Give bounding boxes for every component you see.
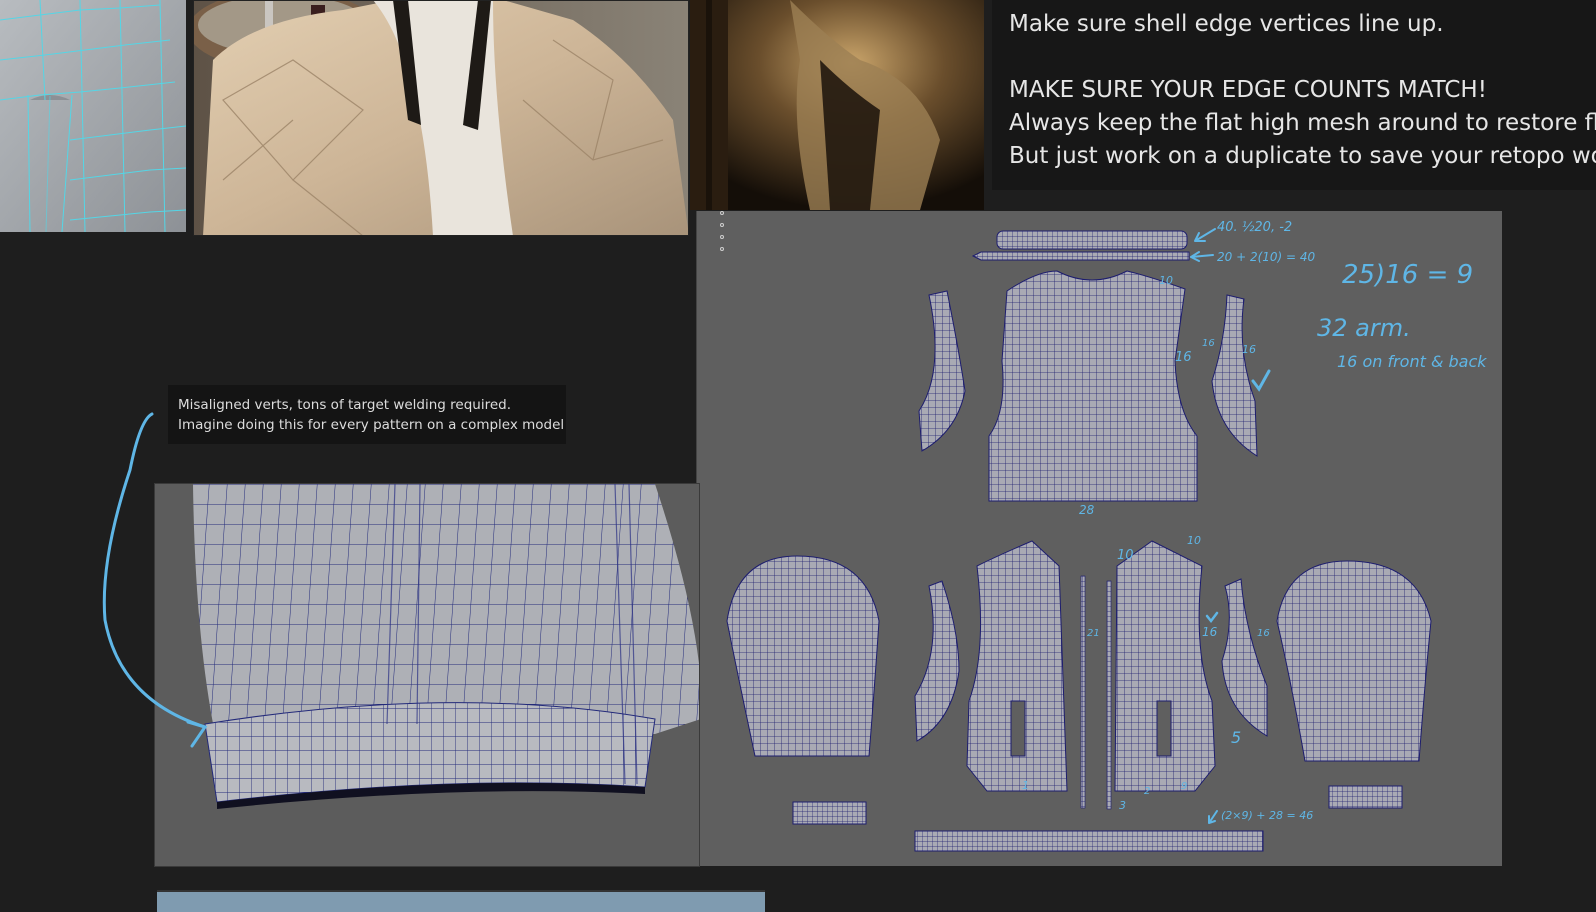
- note-back-top: 10: [1159, 274, 1173, 287]
- uv-collar-band: [971, 251, 1190, 261]
- note-front-bottom-b: 3: [1119, 799, 1126, 812]
- note-line-shell-edge: Make sure shell edge vertices line up.: [1009, 11, 1444, 37]
- dark-reference-photo: [690, 0, 984, 210]
- wireframe-drawing: [0, 0, 186, 232]
- note-arm-split: 16 on front & back: [1337, 352, 1487, 371]
- note-side-left: 16: [1202, 338, 1215, 349]
- note-collar: 40. ½20, -2: [1217, 220, 1292, 235]
- note-side-right: 16: [1242, 343, 1256, 356]
- uv-sleeve-left: [726, 555, 880, 757]
- arrow-band: [1190, 251, 1214, 262]
- misaligned-hem-render: [154, 483, 700, 867]
- check-mark-side: [1251, 369, 1271, 392]
- arrow-collar: [1194, 228, 1216, 242]
- note-back-side: 16: [1175, 350, 1192, 365]
- sheet-dots: [720, 211, 724, 251]
- jacket-photo-illustration: [193, 0, 689, 236]
- note-front-left-top: 10: [1117, 548, 1134, 563]
- misaligned-verts-callout: Misaligned verts, tons of target welding…: [168, 385, 566, 444]
- check-mark-front: [1205, 611, 1219, 624]
- hem-mesh-drawing: [193, 484, 699, 809]
- uv-layout-sheet: 40. ½20, -2 20 + 2(10) = 40 25)16 = 9 32…: [696, 211, 1502, 866]
- arrow-hem: [1208, 810, 1218, 824]
- note-front-left-mid: 21: [1087, 628, 1100, 639]
- uv-cuff-right: [1328, 785, 1403, 809]
- uv-sleeve-right: [1276, 560, 1432, 762]
- uv-layout-drawing: 40. ½20, -2 20 + 2(10) = 40 25)16 = 9 32…: [720, 211, 1487, 852]
- bottom-reference-panel: [157, 890, 765, 912]
- callout-line-2: Imagine doing this for every pattern on …: [178, 417, 565, 433]
- note-line-flat-mesh: Always keep the flat high mesh around to…: [1009, 110, 1596, 136]
- note-front-right-side: 16: [1257, 628, 1270, 639]
- uv-lower-side-right: [1221, 578, 1268, 737]
- note-band: 20 + 2(10) = 40: [1217, 250, 1316, 264]
- uv-side-strip-left: [918, 290, 966, 452]
- note-line-duplicate: But just work on a duplicate to save you…: [1009, 143, 1596, 169]
- wireframe-reference-crop: [0, 0, 186, 232]
- instruction-notes: Make sure shell edge vertices line up. M…: [992, 0, 1596, 190]
- uv-zipper-strip-left: [1080, 575, 1086, 809]
- note-back-width: 28: [1079, 503, 1095, 517]
- dark-photo-illustration: [690, 0, 984, 210]
- callout-line-1: Misaligned verts, tons of target welding…: [178, 397, 512, 413]
- note-line-edge-counts: MAKE SURE YOUR EDGE COUNTS MATCH!: [1009, 77, 1487, 103]
- uv-collar: [996, 230, 1188, 250]
- note-front-right-low: 5: [1231, 728, 1241, 747]
- uv-waistband: [914, 830, 1264, 852]
- note-arm-count: 32 arm.: [1317, 314, 1411, 342]
- uv-pocket-left: [1010, 700, 1026, 757]
- note-hem: (2×9) + 28 = 46: [1221, 809, 1313, 822]
- uv-pocket-right: [1156, 700, 1172, 757]
- uv-side-strip-right: [1211, 294, 1258, 457]
- uv-lower-side-left: [914, 580, 960, 742]
- note-front-bottom-a: 1: [1022, 779, 1029, 792]
- note-front-right-mid: 16: [1202, 625, 1218, 639]
- note-front-right-top: 10: [1187, 534, 1201, 547]
- jacket-reference-photo: [193, 0, 689, 236]
- note-spacer: [1009, 41, 1596, 74]
- uv-back-panel: [988, 270, 1198, 502]
- uv-zipper-strip-right: [1106, 580, 1112, 810]
- uv-cuff-left: [792, 801, 867, 825]
- note-front-bottom-c: 2: [1144, 786, 1150, 797]
- note-division: 25)16 = 9: [1342, 260, 1473, 290]
- note-front-bottom-d: 9: [1181, 781, 1187, 792]
